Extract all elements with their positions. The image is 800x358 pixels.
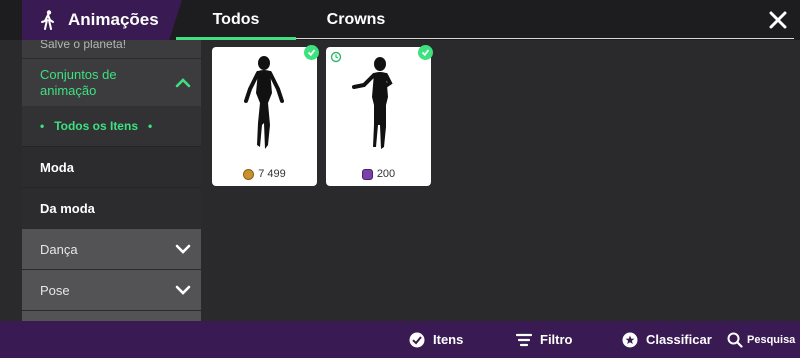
sidebar-item-moda[interactable]: Moda <box>22 146 201 187</box>
search-button[interactable]: Pesquisa <box>727 321 795 358</box>
top-bar: Animações Todos Crowns <box>0 0 800 40</box>
filter-button[interactable]: Filtro <box>516 321 573 358</box>
sidebar-item-label: Dança <box>40 241 78 257</box>
price-value: 200 <box>376 168 396 180</box>
category-title: Animações <box>22 0 182 40</box>
sidebar-item-label: Pose <box>40 282 70 298</box>
search-icon <box>727 332 743 348</box>
tab-todos[interactable]: Todos <box>176 0 296 40</box>
filter-icon <box>516 333 532 346</box>
item-price: 200 <box>326 166 431 182</box>
item-price: 7 499 <box>212 166 317 182</box>
item-card[interactable]: 200 <box>326 45 433 186</box>
chevron-down-icon <box>175 285 191 295</box>
tab-bar: Todos Crowns <box>176 0 416 40</box>
sidebar-item-partial-bottom[interactable] <box>22 310 201 321</box>
chevron-down-icon <box>175 244 191 254</box>
tab-divider <box>296 38 794 39</box>
page-title: Animações <box>68 10 159 29</box>
sidebar-item-da-moda[interactable]: Da moda <box>22 187 201 228</box>
kudos-coin-icon <box>243 168 255 180</box>
sidebar-item-all-items[interactable]: • Todos os Itens • <box>22 106 201 146</box>
bullet-icon: • <box>148 119 153 133</box>
close-icon <box>769 11 787 29</box>
bullet-icon: • <box>40 119 45 133</box>
sidebar-item-label: Todos os Itens <box>54 119 138 133</box>
sidebar-item-danca[interactable]: Dança <box>22 228 201 269</box>
walking-person-icon <box>41 10 54 30</box>
crown-gem-icon <box>361 168 373 180</box>
bottom-toolbar: Itens Filtro Classificar Pesquisa <box>0 321 800 358</box>
items-label: Itens <box>433 332 464 347</box>
animation-silhouette-icon <box>352 57 393 149</box>
items-toggle-button[interactable]: Itens <box>409 321 463 358</box>
sidebar-item-label: Da moda <box>40 200 95 216</box>
animation-silhouette-icon <box>244 56 284 149</box>
owned-check-icon <box>418 45 433 60</box>
item-card[interactable]: 7 499 <box>212 45 319 186</box>
check-circle-icon <box>409 332 425 347</box>
sidebar-item-pose[interactable]: Pose <box>22 269 201 310</box>
sidebar-group-animation-sets[interactable]: Conjuntos de animação <box>22 58 201 106</box>
close-button[interactable] <box>764 6 792 34</box>
sort-label: Classificar <box>646 332 712 347</box>
sort-button[interactable]: Classificar <box>622 321 712 358</box>
sidebar-item-label: Moda <box>40 159 74 175</box>
owned-check-icon <box>304 45 319 60</box>
search-label: Pesquisa <box>747 333 796 346</box>
price-value: 7 499 <box>258 168 286 180</box>
sidebar-group-label: Conjuntos de animação <box>40 66 117 98</box>
emote-badge-icon <box>330 51 342 63</box>
tab-crowns[interactable]: Crowns <box>296 0 416 40</box>
category-sidebar: Salve o planeta! Conjuntos de animação •… <box>22 40 201 321</box>
star-circle-icon <box>622 332 638 347</box>
chevron-up-icon <box>175 77 191 87</box>
filter-label: Filtro <box>540 332 573 347</box>
sidebar-item-partial[interactable]: Salve o planeta! <box>22 40 201 58</box>
